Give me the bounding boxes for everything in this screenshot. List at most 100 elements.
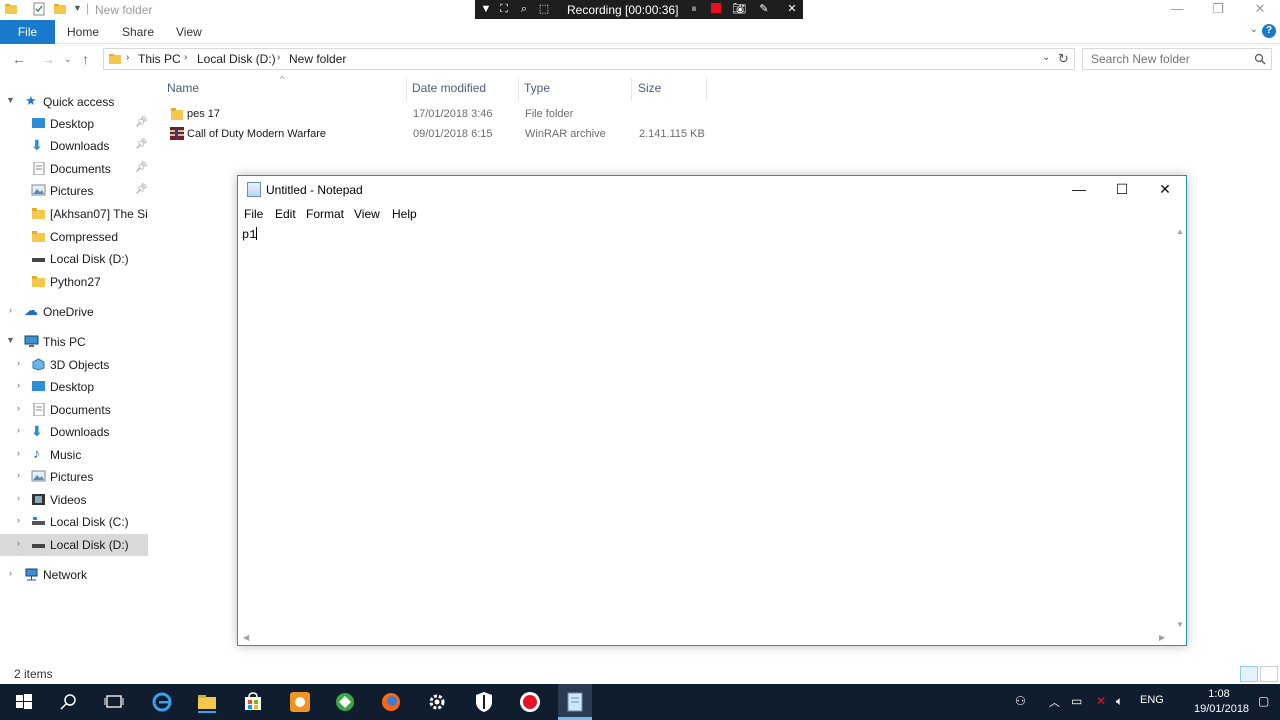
pin-icon[interactable]: 📌︎ bbox=[135, 139, 148, 150]
chevron-right-icon[interactable]: › bbox=[17, 515, 20, 525]
file-explorer-icon[interactable] bbox=[195, 690, 219, 714]
notepad-maximize-icon[interactable]: ☐ bbox=[1100, 176, 1144, 204]
clock[interactable]: 1:08 19/01/2018 bbox=[1194, 687, 1249, 717]
column-header-name[interactable]: Name bbox=[167, 81, 199, 101]
column-divider[interactable] bbox=[631, 78, 632, 100]
table-row[interactable]: pes 17 17/01/2018 3:46 File folder bbox=[168, 105, 708, 125]
menu-view[interactable]: View bbox=[354, 207, 380, 221]
chevron-up-icon[interactable]: ︿ bbox=[1049, 694, 1060, 710]
sidebar-item-local-disk-d[interactable]: › Local Disk (D:) bbox=[0, 534, 148, 556]
chevron-right-icon[interactable]: › bbox=[9, 305, 12, 315]
pin-icon[interactable]: 📌︎ bbox=[135, 162, 148, 173]
table-row[interactable]: Call of Duty Modern Warfare 09/01/2018 6… bbox=[168, 125, 708, 145]
recorder-zoom-icon[interactable]: ⌕ bbox=[517, 2, 531, 16]
scroll-right-icon[interactable]: ▶ bbox=[1159, 633, 1165, 642]
sidebar-item-this-pc[interactable]: ▼ This PC bbox=[0, 331, 148, 353]
customize-toolbar-icon[interactable]: ▼ bbox=[73, 3, 82, 13]
search-input[interactable] bbox=[1091, 52, 1251, 66]
tab-view[interactable]: View bbox=[176, 20, 202, 44]
sidebar-item-onedrive[interactable]: › ☁ OneDrive bbox=[0, 301, 148, 323]
store-icon[interactable] bbox=[241, 690, 265, 714]
restore-icon[interactable]: ❐ bbox=[1196, 0, 1240, 20]
pin-icon[interactable]: 📌︎ bbox=[135, 117, 148, 128]
column-divider[interactable] bbox=[706, 78, 707, 100]
close-icon[interactable]: ✕ bbox=[1238, 0, 1280, 20]
back-icon[interactable]: ← bbox=[12, 51, 26, 67]
new-folder-icon[interactable] bbox=[53, 2, 67, 16]
breadcrumb-new-folder[interactable]: New folder bbox=[289, 52, 346, 66]
sidebar-item-akhsan07[interactable]: [Akhsan07] The Sim bbox=[0, 203, 148, 225]
notification-icon[interactable]: ▢ bbox=[1258, 694, 1269, 708]
chevron-right-icon[interactable]: › bbox=[17, 425, 20, 435]
settings-gear-icon[interactable] bbox=[425, 690, 449, 714]
properties-icon[interactable] bbox=[32, 2, 46, 16]
sidebar-item-downloads[interactable]: ⬇ Downloads 📌︎ bbox=[0, 135, 148, 157]
notepad-taskbar-active[interactable] bbox=[558, 684, 592, 720]
search-icon[interactable] bbox=[57, 690, 81, 714]
tab-share[interactable]: Share bbox=[122, 20, 154, 44]
details-view-icon[interactable] bbox=[1240, 666, 1258, 682]
pin-icon[interactable]: 📌︎ bbox=[135, 184, 148, 195]
refresh-icon[interactable]: ↻ bbox=[1058, 51, 1069, 67]
horizontal-scrollbar[interactable]: ◀ ▶ bbox=[239, 632, 1173, 645]
sidebar-item-pc-pictures[interactable]: › Pictures bbox=[0, 466, 148, 488]
menu-format[interactable]: Format bbox=[306, 207, 344, 221]
sidebar-item-compressed[interactable]: Compressed bbox=[0, 226, 148, 248]
forward-icon[interactable]: → bbox=[41, 51, 55, 67]
chevron-right-icon[interactable]: › bbox=[9, 568, 12, 578]
sidebar-item-documents[interactable]: Documents 📌︎ bbox=[0, 158, 148, 180]
column-header-size[interactable]: Size bbox=[638, 81, 661, 101]
sidebar-item-videos[interactable]: › Videos bbox=[0, 489, 148, 511]
recorder-fullscreen-icon[interactable]: ⬚ bbox=[537, 2, 551, 16]
menu-file[interactable]: File bbox=[244, 207, 263, 221]
notepad-minimize-icon[interactable]: — bbox=[1057, 176, 1101, 204]
address-dropdown-icon[interactable]: ⌄ bbox=[1042, 52, 1050, 63]
shield-icon[interactable] bbox=[472, 690, 496, 714]
scroll-down-icon[interactable]: ▼ bbox=[1176, 620, 1184, 629]
chevron-down-icon[interactable]: ▼ bbox=[6, 335, 15, 345]
sidebar-item-desktop[interactable]: Desktop 📌︎ bbox=[0, 113, 148, 135]
tab-file[interactable]: File bbox=[0, 20, 55, 44]
pause-icon[interactable]: ⏸ bbox=[687, 2, 701, 16]
scroll-left-icon[interactable]: ◀ bbox=[243, 633, 249, 642]
battery-icon[interactable]: ▭ bbox=[1071, 694, 1082, 708]
column-divider[interactable] bbox=[518, 78, 519, 100]
breadcrumb-local-disk-d[interactable]: Local Disk (D:) bbox=[197, 52, 276, 66]
up-icon[interactable]: ↑ bbox=[82, 51, 89, 67]
task-view-icon[interactable] bbox=[102, 690, 126, 714]
sidebar-item-quick-access[interactable]: ▼ ★ Quick access bbox=[0, 91, 148, 113]
chevron-right-icon[interactable]: › bbox=[17, 358, 20, 368]
stop-icon[interactable] bbox=[709, 2, 723, 16]
recorder-close-icon[interactable]: ✕ bbox=[785, 2, 799, 16]
search-icon[interactable] bbox=[1254, 53, 1266, 65]
chevron-right-icon[interactable]: › bbox=[17, 380, 20, 390]
volume-icon[interactable]: 🔈︎ bbox=[1116, 694, 1123, 709]
notepad-close-icon[interactable]: ✕ bbox=[1143, 176, 1187, 204]
chevron-right-icon[interactable]: › bbox=[17, 403, 20, 413]
address-bar[interactable]: › This PC › Local Disk (D:) › New folder… bbox=[103, 48, 1075, 70]
chevron-right-icon[interactable]: › bbox=[17, 448, 20, 458]
app-green-icon[interactable] bbox=[333, 690, 357, 714]
notepad-text-area[interactable]: p1 bbox=[239, 224, 1174, 634]
sidebar-item-pictures[interactable]: Pictures 📌︎ bbox=[0, 180, 148, 202]
sidebar-item-local-disk-d-quick[interactable]: Local Disk (D:) bbox=[0, 248, 148, 270]
firefox-icon[interactable] bbox=[379, 690, 403, 714]
network-status-icon[interactable]: ✕ bbox=[1096, 694, 1106, 708]
column-header-type[interactable]: Type bbox=[524, 81, 550, 101]
recorder-region-icon[interactable]: ⛶ bbox=[497, 2, 511, 16]
sidebar-item-pc-documents[interactable]: › Documents bbox=[0, 399, 148, 421]
scroll-up-icon[interactable]: ▲ bbox=[1176, 227, 1184, 236]
sidebar-item-local-disk-c[interactable]: › Local Disk (C:) bbox=[0, 511, 148, 533]
column-divider[interactable] bbox=[406, 78, 407, 100]
recent-locations-icon[interactable]: ⌄ bbox=[64, 54, 72, 65]
large-icons-view-icon[interactable] bbox=[1260, 666, 1278, 682]
camera-icon[interactable]: 📷︎ bbox=[732, 2, 746, 16]
pen-icon[interactable]: ✎ bbox=[757, 2, 771, 16]
screen-recorder-icon[interactable] bbox=[518, 690, 542, 714]
chevron-right-icon[interactable]: › bbox=[17, 538, 20, 548]
chevron-down-icon[interactable]: ▼ bbox=[6, 95, 15, 105]
people-icon[interactable]: ⚇ bbox=[1015, 694, 1026, 708]
column-header-date[interactable]: Date modified bbox=[412, 81, 486, 101]
menu-help[interactable]: Help bbox=[392, 207, 417, 221]
help-icon[interactable]: ? bbox=[1262, 24, 1276, 38]
